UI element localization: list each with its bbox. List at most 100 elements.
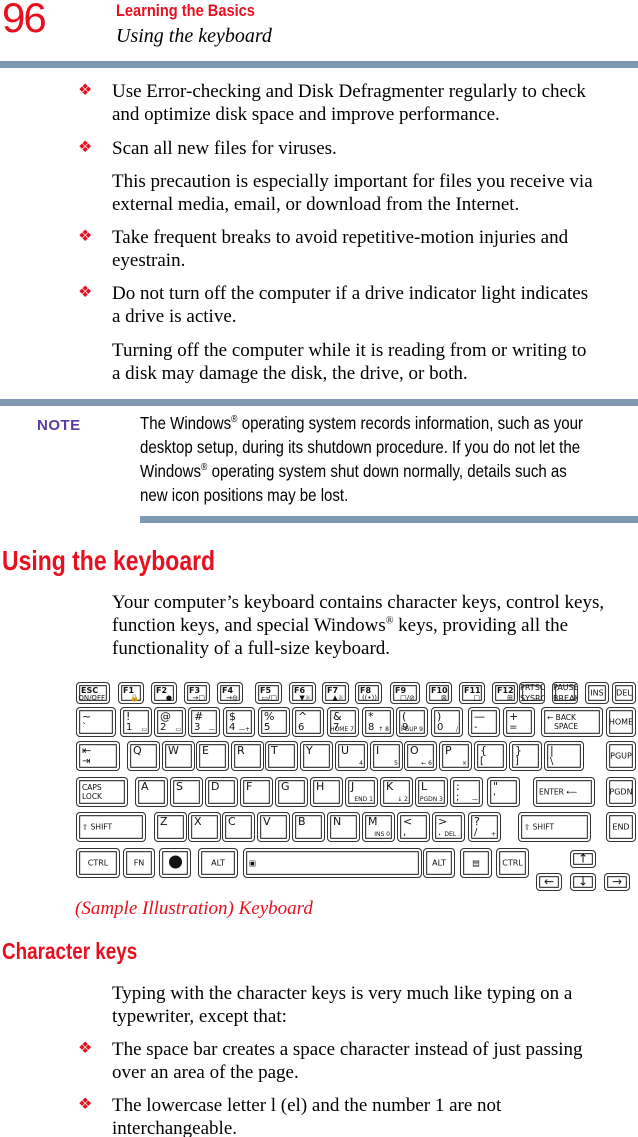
key-f7[interactable]: F7 ▲☼ xyxy=(322,682,349,704)
key-quote[interactable]: " ' xyxy=(487,777,520,807)
key-pgup[interactable]: PGUP xyxy=(606,741,636,771)
key-f3[interactable]: F3 →□ xyxy=(184,682,210,704)
key-up[interactable]: ↑ xyxy=(570,850,596,868)
key-left[interactable]: ← xyxy=(536,873,562,891)
key-space[interactable]: ▣ xyxy=(243,848,422,878)
key-l[interactable]: L PGDN 3 xyxy=(415,777,448,807)
key-h[interactable]: H xyxy=(310,777,343,807)
key-secondary-icon: ▼☼ xyxy=(299,694,311,702)
key-f11[interactable]: F11 □ xyxy=(459,682,485,704)
key-secondary-icon: 5 xyxy=(394,760,398,767)
key-n[interactable]: N xyxy=(327,812,360,842)
key-g[interactable]: G xyxy=(275,777,308,807)
key-f10[interactable]: F10 ⊠ xyxy=(426,682,452,704)
key-label: ^ xyxy=(298,710,308,723)
key-f5[interactable]: F5 ▭/□ xyxy=(255,682,282,704)
key-minus[interactable]: — - xyxy=(468,707,500,737)
key-pgdn[interactable]: PGDN xyxy=(606,777,636,807)
key-f2[interactable]: F2 ● xyxy=(151,682,177,704)
key-2[interactable]: @2 ▭ xyxy=(154,707,186,737)
key-5[interactable]: % 5 xyxy=(258,707,290,737)
key-secondary-icon: DEL . xyxy=(444,831,460,838)
key-4[interactable]: $4 —+ xyxy=(223,707,255,737)
key-comma[interactable]: <, xyxy=(397,812,430,842)
key-a[interactable]: A xyxy=(135,777,168,807)
key-esc[interactable]: ESC ON/OFF xyxy=(76,682,110,704)
key-lshift[interactable]: ⇧ SHIFT xyxy=(76,812,146,842)
key-6[interactable]: ^ 6 xyxy=(292,707,324,737)
key-z[interactable]: Z xyxy=(154,812,187,842)
key-period[interactable]: >. DEL . xyxy=(432,812,465,842)
key-secondary-icon: — xyxy=(472,796,478,803)
key-q[interactable]: Q xyxy=(127,741,160,771)
key-del[interactable]: DEL xyxy=(612,682,636,704)
key-fnkey[interactable]: FN xyxy=(123,848,155,878)
key-7[interactable]: & 7 HOME 7 xyxy=(327,707,359,737)
key-v[interactable]: V xyxy=(257,812,290,842)
key-ins[interactable]: INS xyxy=(585,682,609,704)
key-rshift[interactable]: ⇧ SHIFT xyxy=(518,812,591,842)
key-lbracket[interactable]: {[ xyxy=(474,741,507,771)
key-t[interactable]: T xyxy=(265,741,298,771)
key-f1[interactable]: F1 🔒 xyxy=(118,682,144,704)
key-tab[interactable]: ⇤ ⇥ xyxy=(76,741,120,771)
key-u[interactable]: U4 xyxy=(335,741,368,771)
key-3[interactable]: #3 — xyxy=(188,707,220,737)
key-lctrl[interactable]: CTRL xyxy=(76,848,120,878)
key-s[interactable]: S xyxy=(170,777,203,807)
key-y[interactable]: Y xyxy=(300,741,333,771)
key-8[interactable]: * 8 ↑ 8 xyxy=(362,707,394,737)
key-secondary-icon: + xyxy=(490,831,496,838)
key-r[interactable]: R xyxy=(231,741,264,771)
key-p[interactable]: P × xyxy=(439,741,472,771)
key-secondary-icon: ON/OFF xyxy=(78,694,105,702)
key-f[interactable]: F xyxy=(240,777,273,807)
key-0[interactable]: ) 0 / xyxy=(431,707,463,737)
key-winkey[interactable] xyxy=(159,848,191,878)
key-x[interactable]: X xyxy=(188,812,221,842)
key-capslock[interactable]: CAPS LOCK xyxy=(76,777,128,807)
key-equals[interactable]: + = xyxy=(503,707,535,737)
key-ralt[interactable]: ALT xyxy=(423,848,455,878)
key-b[interactable]: B xyxy=(292,812,325,842)
key-w[interactable]: W xyxy=(162,741,195,771)
key-f9[interactable]: F9 □/⊘ xyxy=(390,682,420,704)
key-secondary-icon: PGDN 3 xyxy=(419,796,443,803)
key-slash[interactable]: ? / + xyxy=(468,812,501,842)
key-e[interactable]: E xyxy=(196,741,229,771)
key-i[interactable]: I5 xyxy=(370,741,403,771)
key-f12[interactable]: F12 ⊞ xyxy=(492,682,518,704)
key-m[interactable]: M INS 0 xyxy=(362,812,395,842)
key-c[interactable]: C xyxy=(222,812,255,842)
key-k[interactable]: K ↓ 2 xyxy=(380,777,413,807)
key-right[interactable]: → xyxy=(604,873,630,891)
key-j[interactable]: J END 1 xyxy=(345,777,378,807)
key-down[interactable]: ↓ xyxy=(570,873,596,891)
key-label: K xyxy=(386,780,394,793)
key-appkey[interactable]: ▤ xyxy=(460,848,492,878)
key-tilde[interactable]: ~ ` xyxy=(76,707,116,737)
key-f6[interactable]: F6 ▼☼ xyxy=(289,682,316,704)
key-label: A xyxy=(141,780,149,793)
key-f8[interactable]: F8 ((•)) xyxy=(355,682,382,704)
note-label: NOTE xyxy=(37,417,81,434)
key-f4[interactable]: F4 →⊖ xyxy=(217,682,243,704)
key-secondary-icon: 🔒 xyxy=(130,694,139,702)
key-rctrl[interactable]: CTRL xyxy=(496,848,529,878)
key-o[interactable]: O ← 6 xyxy=(404,741,437,771)
key-secondary-icon: ▲☼ xyxy=(332,694,344,702)
key-prtsc[interactable]: PRTSC SYSRQ xyxy=(519,682,545,704)
key-1[interactable]: ! 1 ▭ xyxy=(120,707,152,737)
key-d[interactable]: D xyxy=(205,777,238,807)
key-backspace[interactable]: ← BACK SPACE xyxy=(541,707,603,737)
key-pause[interactable]: PAUSE BREAK xyxy=(552,682,578,704)
key-semicolon[interactable]: :; — xyxy=(450,777,483,807)
key-rbracket[interactable]: }] xyxy=(509,741,542,771)
key-9[interactable]: (9 PGUP 9 xyxy=(396,707,428,737)
key-home[interactable]: HOME xyxy=(606,707,636,737)
key-enter[interactable]: ENTER ⟵ xyxy=(533,777,595,807)
key-label: # xyxy=(194,710,204,723)
key-backslash[interactable]: | \ xyxy=(544,741,584,771)
key-end[interactable]: END xyxy=(606,812,636,842)
key-lalt[interactable]: ALT xyxy=(198,848,238,878)
